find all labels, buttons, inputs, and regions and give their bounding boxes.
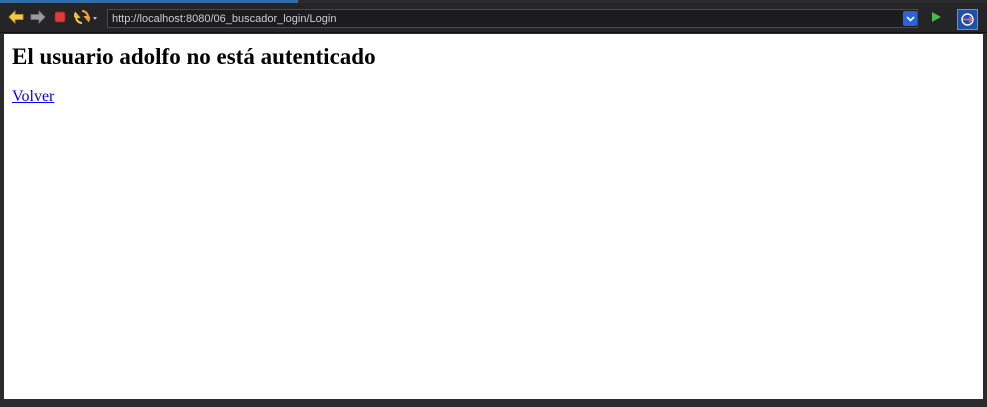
refresh-icon [74, 10, 90, 24]
stop-button[interactable] [50, 7, 70, 27]
forward-button[interactable] [28, 7, 48, 27]
arrow-right-icon [30, 10, 46, 24]
browser-home-button[interactable] [957, 9, 978, 30]
play-icon [932, 12, 941, 22]
chevron-down-icon [905, 15, 915, 22]
window-bottom-frame [0, 399, 987, 407]
refresh-menu-caret[interactable] [93, 17, 97, 20]
url-dropdown-button[interactable] [903, 11, 917, 26]
back-link[interactable]: Volver [12, 88, 54, 106]
page-heading: El usuario adolfo no está autenticado [12, 44, 376, 69]
go-button[interactable] [926, 7, 946, 27]
arrow-left-icon [8, 10, 24, 24]
stop-icon [54, 11, 66, 23]
back-button[interactable] [6, 7, 26, 27]
url-input[interactable] [107, 9, 918, 28]
browser-home-icon [961, 13, 974, 26]
refresh-button[interactable] [72, 7, 92, 27]
browser-window: El usuario adolfo no está autenticado Vo… [0, 0, 987, 407]
page-content: El usuario adolfo no está autenticado Vo… [4, 34, 983, 399]
browser-toolbar [0, 3, 987, 33]
